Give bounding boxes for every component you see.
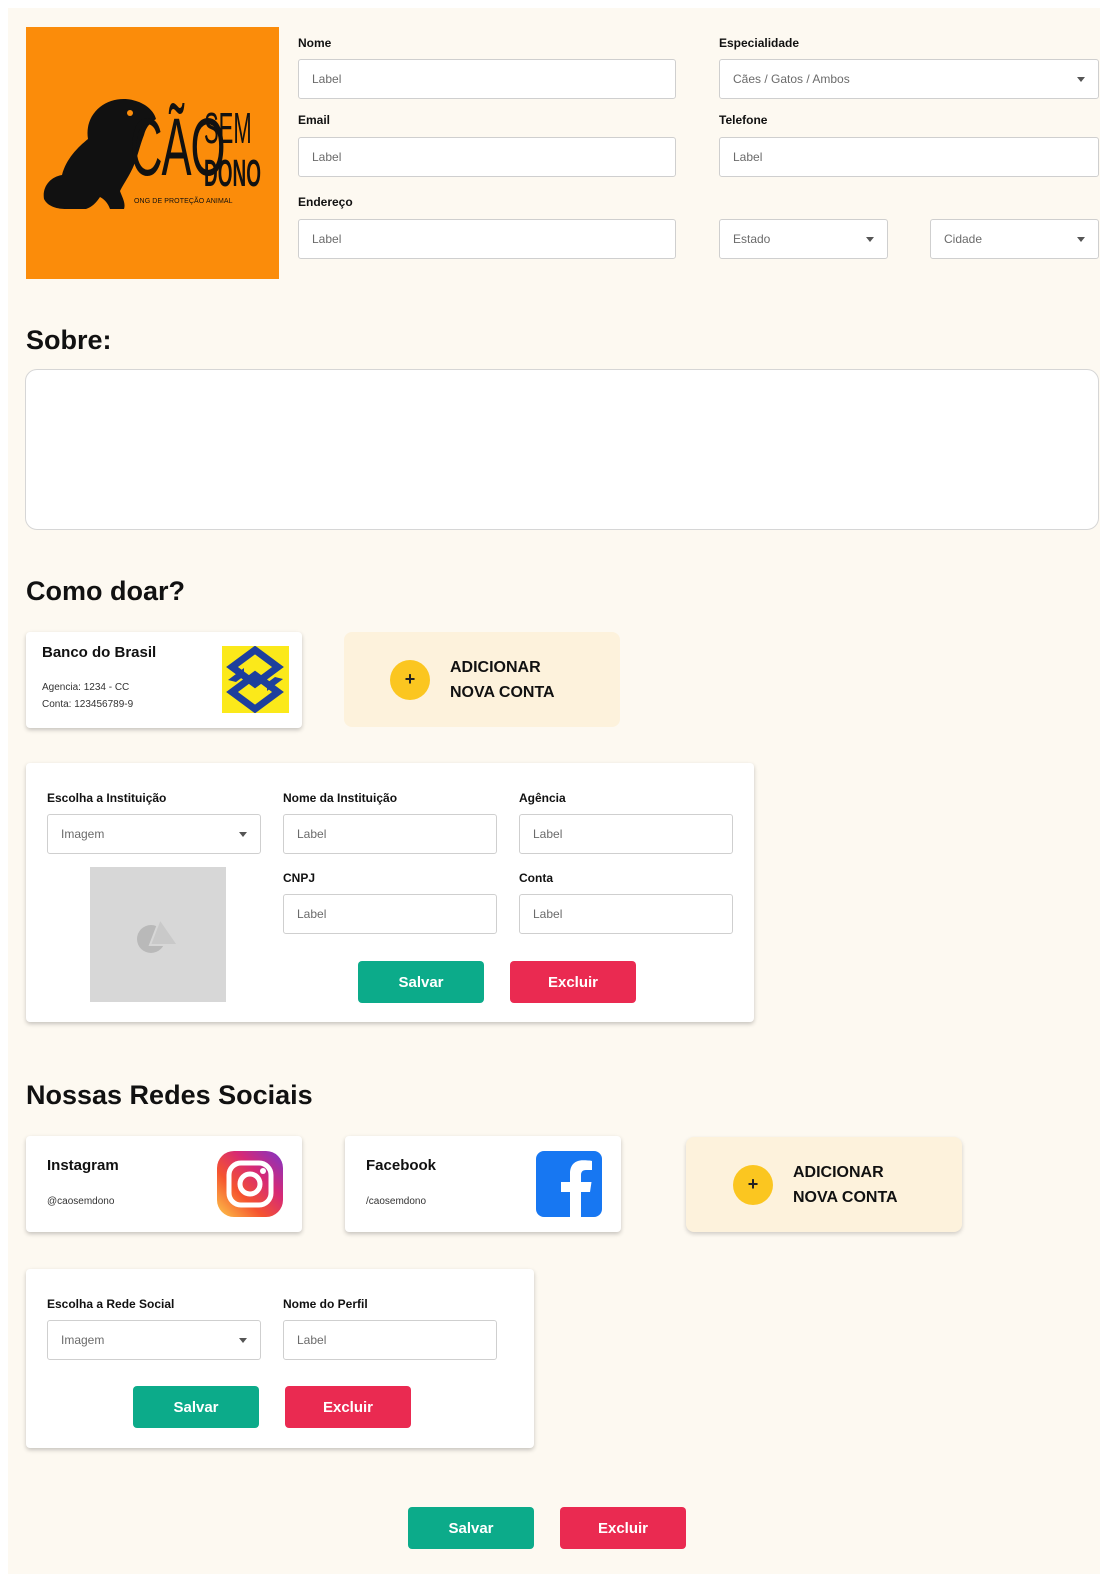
nome-input[interactable]: Label <box>298 59 676 99</box>
instituicao-select[interactable]: Imagem <box>47 814 261 854</box>
conta-input-value: Label <box>533 907 563 921</box>
bank-form-save-button[interactable]: Salvar <box>358 961 484 1003</box>
cnpj-input-value: Label <box>297 907 327 921</box>
instagram-icon <box>217 1151 283 1217</box>
logo-tagline: ONG DE PROTEÇÃO ANIMAL <box>134 198 233 205</box>
bank-card-agencia: Agencia: 1234 - CC <box>42 682 130 693</box>
nome-instituicao-input[interactable]: Label <box>283 814 497 854</box>
nome-instituicao-label: Nome da Instituição <box>283 791 398 805</box>
nome-perfil-label: Nome do Perfil <box>283 1297 368 1311</box>
caret-down-icon <box>239 1337 247 1343</box>
redes-title: Nossas Redes Sociais <box>26 1080 313 1110</box>
email-input-value: Label <box>312 150 342 164</box>
nome-input-value: Label <box>312 72 342 86</box>
add-social-account-text: ADICIONAR NOVA CONTA <box>793 1160 898 1210</box>
caret-down-icon <box>1077 76 1085 82</box>
especialidade-label: Especialidade <box>719 36 800 50</box>
add-bank-account-line2: NOVA CONTA <box>450 683 555 701</box>
nome-perfil-input[interactable]: Label <box>283 1320 497 1360</box>
page-delete-button[interactable]: Excluir <box>560 1507 686 1549</box>
cnpj-input[interactable]: Label <box>283 894 497 934</box>
cnpj-label: CNPJ <box>283 871 316 885</box>
telefone-input[interactable]: Label <box>719 137 1099 177</box>
estado-select[interactable]: Estado <box>719 219 888 259</box>
instituicao-select-value: Imagem <box>61 827 105 841</box>
cidade-select-value: Cidade <box>944 232 983 246</box>
add-social-account-line2: NOVA CONTA <box>793 1188 898 1206</box>
caret-down-icon <box>866 236 874 242</box>
caret-down-icon <box>1077 236 1085 242</box>
conta-label: Conta <box>519 871 553 885</box>
sobre-title: Sobre: <box>26 325 112 355</box>
logo-text-sem: SEM <box>204 104 252 153</box>
conta-input[interactable]: Label <box>519 894 733 934</box>
image-placeholder-icon <box>137 917 180 953</box>
banco-do-brasil-icon <box>222 646 289 713</box>
logo-text-dono: DONO <box>204 153 261 195</box>
bank-form-card: Escolha a Instituição Imagem Nome da Ins… <box>26 763 754 1022</box>
add-bank-account-line1: ADICIONAR <box>450 658 541 676</box>
add-social-account-button[interactable]: + ADICIONAR NOVA CONTA <box>686 1137 962 1232</box>
plus-icon: + <box>390 659 430 700</box>
plus-icon: + <box>733 1164 773 1205</box>
instagram-card[interactable]: Instagram @caosemdono <box>26 1136 302 1232</box>
especialidade-select-value: Cães / Gatos / Ambos <box>733 72 850 86</box>
agencia-input[interactable]: Label <box>519 814 733 854</box>
email-label: Email <box>298 113 331 127</box>
nome-label: Nome <box>298 36 332 50</box>
nome-instituicao-input-value: Label <box>297 827 327 841</box>
institution-image-preview <box>90 867 226 1002</box>
agencia-label: Agência <box>519 791 566 805</box>
bank-card-name: Banco do Brasil <box>42 644 157 661</box>
bank-form-delete-button[interactable]: Excluir <box>510 961 636 1003</box>
rede-social-select[interactable]: Imagem <box>47 1320 261 1360</box>
endereco-input[interactable]: Label <box>298 219 676 259</box>
page-save-button[interactable]: Salvar <box>408 1507 534 1549</box>
facebook-card-handle: /caosemdono <box>366 1196 427 1207</box>
rede-social-select-value: Imagem <box>61 1333 105 1347</box>
telefone-input-value: Label <box>733 150 763 164</box>
doar-title: Como doar? <box>26 576 185 606</box>
social-form-save-button[interactable]: Salvar <box>133 1386 259 1428</box>
instituicao-label: Escolha a Instituição <box>47 791 167 805</box>
bank-card[interactable]: Banco do Brasil Agencia: 1234 - CC Conta… <box>26 632 302 728</box>
agencia-input-value: Label <box>533 827 563 841</box>
facebook-card-name: Facebook <box>366 1157 437 1174</box>
bank-card-conta: Conta: 123456789-9 <box>42 699 134 710</box>
facebook-icon <box>536 1151 602 1218</box>
estado-select-value: Estado <box>733 232 771 246</box>
instagram-card-handle: @caosemdono <box>47 1196 115 1207</box>
sobre-textarea[interactable] <box>25 369 1099 530</box>
add-social-account-line1: ADICIONAR <box>793 1163 884 1181</box>
endereco-input-value: Label <box>312 232 342 246</box>
social-form-card: Escolha a Rede Social Imagem Nome do Per… <box>26 1269 534 1448</box>
add-bank-account-button[interactable]: + ADICIONAR NOVA CONTA <box>344 632 620 727</box>
nome-perfil-input-value: Label <box>297 1333 327 1347</box>
instagram-card-name: Instagram <box>47 1157 119 1174</box>
caret-down-icon <box>239 831 247 837</box>
telefone-label: Telefone <box>719 113 768 127</box>
cidade-select[interactable]: Cidade <box>930 219 1099 259</box>
logo: CÃO SEM DONO ONG DE PROTEÇÃO ANIMAL <box>26 27 279 279</box>
facebook-card[interactable]: Facebook /caosemdono <box>345 1136 621 1232</box>
add-bank-account-text: ADICIONAR NOVA CONTA <box>450 655 555 705</box>
social-form-delete-button[interactable]: Excluir <box>285 1386 411 1428</box>
email-input[interactable]: Label <box>298 137 676 177</box>
especialidade-select[interactable]: Cães / Gatos / Ambos <box>719 59 1099 99</box>
endereco-label: Endereço <box>298 195 353 209</box>
rede-social-label: Escolha a Rede Social <box>47 1297 175 1311</box>
